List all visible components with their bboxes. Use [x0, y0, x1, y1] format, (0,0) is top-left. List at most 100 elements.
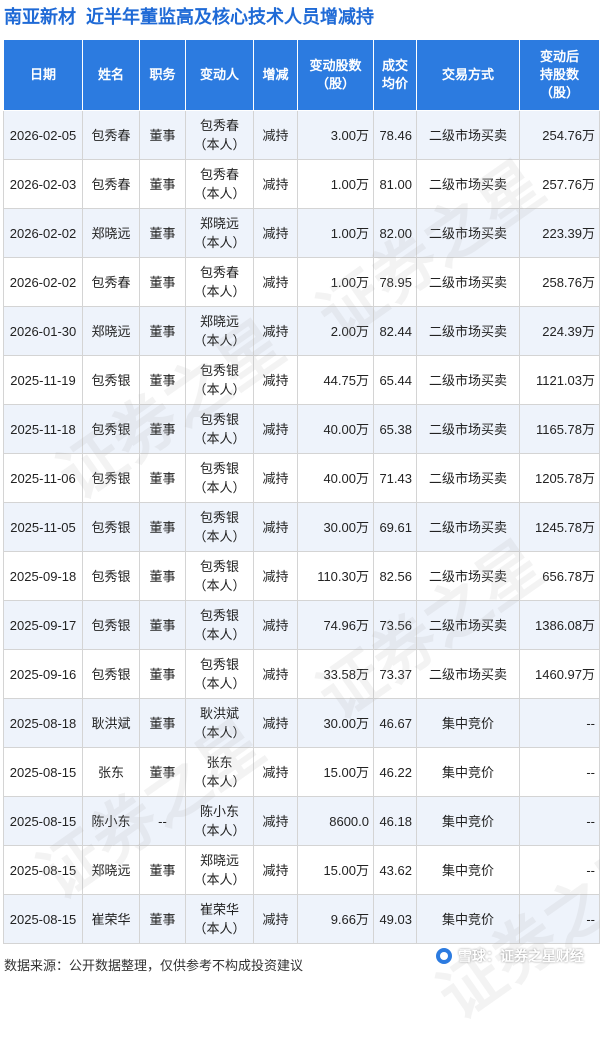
cell-position: 董事 [139, 894, 186, 944]
cell-date: 2026-01-30 [3, 306, 83, 356]
cell-avg-price: 46.67 [373, 698, 417, 748]
cell-trade-method: 二级市场买卖 [416, 306, 520, 356]
cell-changer: 包秀春 （本人） [185, 110, 254, 160]
cell-changer: 包秀春 （本人） [185, 159, 254, 209]
cell-direction: 减持 [253, 894, 298, 944]
cell-avg-price: 46.18 [373, 796, 417, 846]
header-name: 姓名 [82, 39, 140, 111]
cell-name: 包秀银 [82, 355, 140, 405]
header-direction: 增减 [253, 39, 298, 111]
table-row: 2025-09-18 包秀银 董事 包秀银 （本人） 减持 110.30万 82.56 二级市场… [3, 551, 600, 601]
cell-changer: 包秀银 （本人） [185, 404, 254, 454]
table-row: 2025-11-19 包秀银 董事 包秀银 （本人） 减持 44.75万 65.44 二级市场买… [3, 355, 600, 405]
cell-name: 崔荣华 [82, 894, 140, 944]
cell-trade-method: 集中竞价 [416, 747, 520, 797]
cell-position: 董事 [139, 649, 186, 699]
cell-position: 董事 [139, 551, 186, 601]
cell-holdings-after: -- [519, 698, 600, 748]
cell-direction: 减持 [253, 355, 298, 405]
cell-holdings-after: 224.39万 [519, 306, 600, 356]
cell-direction: 减持 [253, 404, 298, 454]
cell-changer: 张东 （本人） [185, 747, 254, 797]
cell-holdings-after: 1460.97万 [519, 649, 600, 699]
cell-shares-changed: 44.75万 [297, 355, 374, 405]
cell-trade-method: 二级市场买卖 [416, 208, 520, 258]
cell-date: 2025-11-05 [3, 502, 83, 552]
cell-position: 董事 [139, 110, 186, 160]
cell-name: 包秀银 [82, 600, 140, 650]
cell-holdings-after: 1245.78万 [519, 502, 600, 552]
table-row: 2025-09-16 包秀银 董事 包秀银 （本人） 减持 33.58万 73.37 二级市场买… [3, 649, 600, 699]
cell-holdings-after: 656.78万 [519, 551, 600, 601]
cell-holdings-after: -- [519, 845, 600, 895]
cell-trade-method: 集中竞价 [416, 845, 520, 895]
table-header-row: 日期 姓名 职务 变动人 增减 变动股数 （股） 成交 均价 交易方式 变动后 持股数… [3, 39, 600, 111]
cell-trade-method: 二级市场买卖 [416, 453, 520, 503]
cell-trade-method: 二级市场买卖 [416, 355, 520, 405]
cell-changer: 崔荣华 （本人） [185, 894, 254, 944]
cell-changer: 郑晓远 （本人） [185, 306, 254, 356]
cell-date: 2026-02-03 [3, 159, 83, 209]
table-row: 2025-08-15 崔荣华 董事 崔荣华 （本人） 减持 9.66万 49.03 集中竞价 -- [3, 894, 600, 944]
cell-shares-changed: 74.96万 [297, 600, 374, 650]
cell-name: 包秀银 [82, 453, 140, 503]
cell-position: 董事 [139, 502, 186, 552]
cell-holdings-after: 1121.03万 [519, 355, 600, 405]
cell-changer: 包秀银 （本人） [185, 453, 254, 503]
cell-changer: 郑晓远 （本人） [185, 208, 254, 258]
cell-trade-method: 二级市场买卖 [416, 110, 520, 160]
cell-name: 耿洪斌 [82, 698, 140, 748]
cell-name: 包秀春 [82, 110, 140, 160]
cell-date: 2025-08-15 [3, 845, 83, 895]
cell-position: 董事 [139, 208, 186, 258]
cell-holdings-after: -- [519, 747, 600, 797]
cell-direction: 减持 [253, 208, 298, 258]
cell-position: 董事 [139, 159, 186, 209]
cell-avg-price: 49.03 [373, 894, 417, 944]
cell-trade-method: 集中竞价 [416, 698, 520, 748]
cell-changer: 包秀银 （本人） [185, 502, 254, 552]
cell-direction: 减持 [253, 845, 298, 895]
cell-direction: 减持 [253, 649, 298, 699]
cell-direction: 减持 [253, 110, 298, 160]
table-row: 2025-08-18 耿洪斌 董事 耿洪斌 （本人） 减持 30.00万 46.67 集中竞价 -… [3, 698, 600, 748]
cell-name: 郑晓远 [82, 845, 140, 895]
cell-holdings-after: 1205.78万 [519, 453, 600, 503]
company-name: 南亚新材 [4, 7, 76, 27]
cell-shares-changed: 33.58万 [297, 649, 374, 699]
cell-shares-changed: 3.00万 [297, 110, 374, 160]
cell-date: 2026-02-02 [3, 208, 83, 258]
cell-position: 董事 [139, 845, 186, 895]
cell-direction: 减持 [253, 502, 298, 552]
cell-name: 郑晓远 [82, 306, 140, 356]
cell-changer: 包秀银 （本人） [185, 551, 254, 601]
cell-shares-changed: 15.00万 [297, 747, 374, 797]
cell-changer: 陈小东 （本人） [185, 796, 254, 846]
cell-name: 郑晓远 [82, 208, 140, 258]
cell-trade-method: 二级市场买卖 [416, 257, 520, 307]
table-row: 2025-08-15 张东 董事 张东 （本人） 减持 15.00万 46.22 集中竞价 -- [3, 747, 600, 797]
cell-trade-method: 集中竞价 [416, 796, 520, 846]
cell-date: 2025-08-15 [3, 747, 83, 797]
cell-holdings-after: 258.76万 [519, 257, 600, 307]
cell-avg-price: 81.00 [373, 159, 417, 209]
cell-position: 董事 [139, 698, 186, 748]
cell-changer: 包秀银 （本人） [185, 600, 254, 650]
cell-avg-price: 65.44 [373, 355, 417, 405]
cell-changer: 包秀银 （本人） [185, 355, 254, 405]
cell-date: 2025-08-15 [3, 796, 83, 846]
table-row: 2025-09-17 包秀银 董事 包秀银 （本人） 减持 74.96万 73.56 二级市场买… [3, 600, 600, 650]
table-row: 2025-11-06 包秀银 董事 包秀银 （本人） 减持 40.00万 71.43 二级市场买… [3, 453, 600, 503]
cell-avg-price: 71.43 [373, 453, 417, 503]
cell-avg-price: 46.22 [373, 747, 417, 797]
cell-holdings-after: 223.39万 [519, 208, 600, 258]
header-trade-method: 交易方式 [416, 39, 520, 111]
cell-avg-price: 82.56 [373, 551, 417, 601]
cell-holdings-after: -- [519, 796, 600, 846]
cell-date: 2025-11-06 [3, 453, 83, 503]
cell-changer: 包秀银 （本人） [185, 649, 254, 699]
cell-name: 张东 [82, 747, 140, 797]
cell-position: -- [139, 796, 186, 846]
cell-shares-changed: 40.00万 [297, 404, 374, 454]
cell-direction: 减持 [253, 306, 298, 356]
